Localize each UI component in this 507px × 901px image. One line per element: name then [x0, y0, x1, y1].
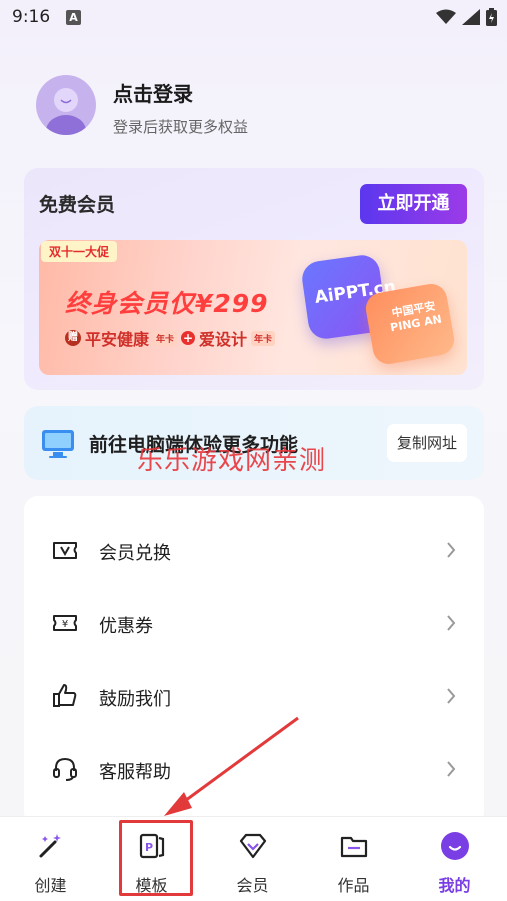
chevron-right-icon: [447, 542, 456, 558]
annotation-highlight-box: [119, 820, 193, 896]
nav-membership[interactable]: 会员: [202, 817, 303, 901]
gift1-label: 平安健康: [85, 330, 150, 349]
diamond-icon: [239, 833, 266, 859]
ticket-v-icon: [53, 542, 77, 559]
open-membership-button[interactable]: 立即开通: [360, 184, 467, 224]
status-time: 9:16: [12, 7, 51, 27]
gift2-label: 爱设计: [199, 330, 248, 349]
login-subtitle: 登录后获取更多权益: [113, 118, 249, 136]
chevron-right-icon: [447, 688, 456, 704]
promo-headline: 终身会员仅¥299: [65, 289, 269, 318]
notification-a-icon: A: [66, 10, 81, 25]
monitor-icon: [42, 430, 74, 458]
pingan-logo-text: 中国平安 PING AN: [389, 299, 443, 335]
promo-tag: 双十一大促: [41, 241, 118, 262]
pingan-logo-tile: 中国平安 PING AN: [363, 281, 457, 367]
chevron-right-icon: [447, 615, 456, 631]
promo-gifts: 赠 平安健康 年卡 + 爱设计 年卡: [65, 326, 276, 350]
chevron-right-icon: [447, 761, 456, 777]
nav-label: 作品: [337, 876, 370, 895]
login-title[interactable]: 点击登录: [113, 78, 193, 107]
headset-icon: [53, 757, 77, 781]
signal-icon: [462, 9, 480, 25]
nav-works[interactable]: 作品: [303, 817, 404, 901]
copy-url-button[interactable]: 复制网址: [387, 424, 467, 462]
menu-item-redeem[interactable]: 会员兑换: [24, 514, 484, 587]
folder-icon: [340, 836, 367, 858]
membership-title: 免费会员: [39, 194, 116, 216]
gift2-note: 年卡: [251, 330, 276, 346]
nav-label: 我的: [438, 876, 471, 895]
wifi-icon: [436, 9, 456, 24]
svg-text:¥: ¥: [62, 619, 68, 630]
coupon-icon: ¥: [53, 615, 77, 631]
status-bar: 9:16 A: [0, 0, 507, 36]
default-avatar-icon: [46, 88, 86, 135]
nav-mine[interactable]: 我的: [404, 817, 505, 901]
plus-icon: +: [181, 331, 196, 345]
avatar[interactable]: [36, 75, 96, 135]
menu-label: 会员兑换: [99, 543, 171, 564]
profile-face-icon: [440, 832, 469, 860]
menu-item-coupons[interactable]: ¥ 优惠券: [24, 587, 484, 660]
nav-create[interactable]: 创建: [0, 817, 101, 901]
promo-banner[interactable]: 双十一大促 终身会员仅¥299 赠 平安健康 年卡 + 爱设计 年卡 AiPPT…: [39, 240, 467, 375]
gift1-note: 年卡: [153, 330, 178, 346]
watermark-text: 乐乐游戏网亲测: [137, 446, 327, 476]
menu-label: 鼓励我们: [99, 689, 171, 710]
battery-icon: [486, 8, 497, 26]
magic-wand-icon: [39, 834, 61, 858]
membership-card: 免费会员 立即开通 双十一大促 终身会员仅¥299 赠 平安健康 年卡 + 爱设…: [24, 168, 484, 390]
gift-badge-icon: 赠: [65, 330, 81, 346]
annotation-arrow: [164, 716, 299, 816]
nav-label: 会员: [236, 876, 269, 895]
thumbs-up-icon: [53, 684, 77, 707]
menu-label: 优惠券: [99, 616, 153, 637]
status-icons: [436, 8, 497, 26]
bottom-nav: 创建 P 模板 会员 作品 我的: [0, 816, 507, 901]
nav-label: 创建: [34, 876, 67, 895]
